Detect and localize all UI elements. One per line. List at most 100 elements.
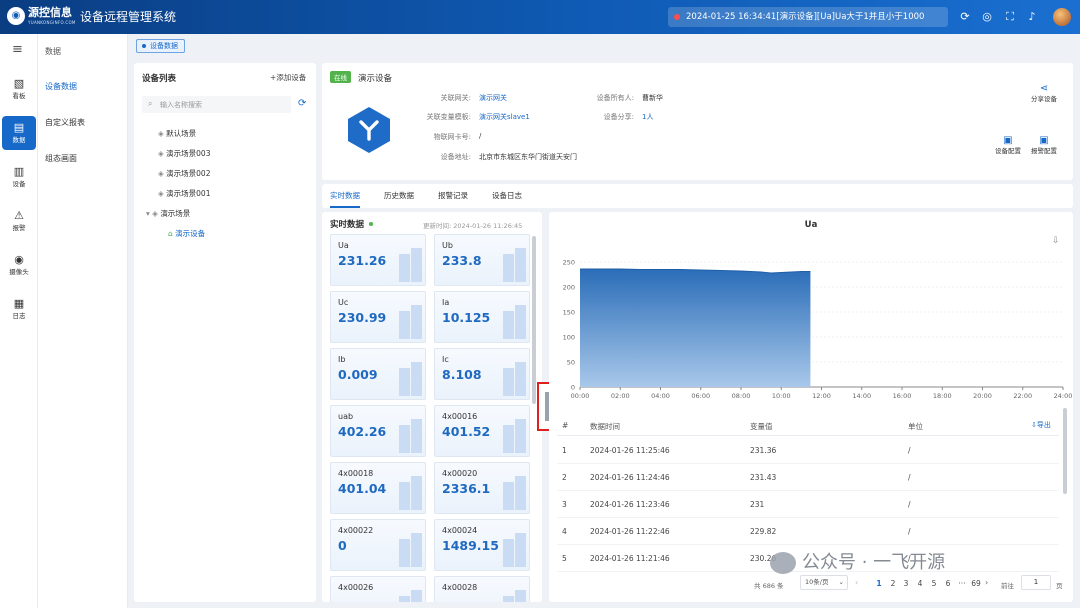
bell-icon[interactable]: ♪ [1025, 10, 1039, 24]
status-badge: 在线 [330, 71, 351, 83]
avatar[interactable] [1053, 8, 1071, 26]
tree-item[interactable]: ◈ 默认场景 [158, 129, 196, 139]
tab-device-log[interactable]: 设备日志 [492, 190, 522, 201]
tree-item[interactable]: ◈ 演示场景003 [158, 149, 210, 159]
refresh-tree-icon[interactable]: ⟳ [298, 98, 306, 109]
page-number[interactable]: 3 [901, 579, 911, 588]
page-jump-input[interactable]: 1 [1021, 575, 1051, 590]
card-name: Ib [338, 355, 346, 364]
page-number[interactable]: 1 [874, 579, 884, 588]
data-card[interactable]: Ic 8.108 [434, 348, 530, 400]
subnav-item-device-data[interactable]: 设备数据 [45, 82, 77, 92]
card-name: Ub [442, 241, 453, 250]
row-value: 229.82 [750, 527, 777, 536]
tab-history[interactable]: 历史数据 [384, 190, 414, 201]
card-name: Ua [338, 241, 349, 250]
tree-item-selected[interactable]: ⌂ 演示设备 [168, 229, 205, 239]
card-bar-icon [399, 254, 410, 282]
card-bar-icon [411, 590, 422, 602]
row-index: 1 [562, 446, 567, 455]
data-card[interactable]: Ib 0.009 [330, 348, 426, 400]
gateway-link[interactable]: 演示网关 [479, 93, 507, 103]
nav-item-camera[interactable]: ◉ 摄像头 [2, 248, 36, 282]
tab-alarm-records[interactable]: 报警记录 [438, 190, 468, 201]
data-card[interactable]: Uc 230.99 [330, 291, 426, 343]
export-button[interactable]: ⇩导出 [1031, 420, 1051, 430]
page-number[interactable]: 69 [971, 579, 981, 588]
page-number[interactable]: ··· [957, 579, 967, 588]
card-name: 4x00028 [442, 583, 478, 592]
x-tick-label: 12:00 [812, 392, 831, 400]
data-card[interactable]: 4x00022 0 [330, 519, 426, 571]
page-number[interactable]: 4 [915, 579, 925, 588]
share-count-link[interactable]: 1人 [642, 112, 653, 122]
card-bar-icon [399, 425, 410, 453]
device-config-button[interactable]: ▣ 设备配置 [988, 135, 1028, 156]
page-number[interactable]: 5 [929, 579, 939, 588]
card-value: 0.009 [338, 367, 378, 382]
card-value: 8.108 [442, 367, 482, 382]
nav-item-alarm[interactable]: ⚠ 报警 [2, 204, 36, 238]
nav-item-dashboard[interactable]: ▧ 看板 [2, 72, 36, 106]
page-number[interactable]: 6 [943, 579, 953, 588]
card-bar-icon [411, 248, 422, 282]
nav-item-device[interactable]: ▥ 设备 [2, 160, 36, 194]
card-name: 4x00024 [442, 526, 478, 535]
page-number[interactable]: 2 [888, 579, 898, 588]
alarm-icon: ⚠ [14, 209, 24, 222]
row-index: 4 [562, 527, 567, 536]
x-tick-label: 04:00 [651, 392, 670, 400]
data-card[interactable]: Ub 233.8 [434, 234, 530, 286]
alarm-config-button[interactable]: ▣ 报警配置 [1024, 135, 1064, 156]
row-time: 2024-01-26 11:25:46 [590, 446, 670, 455]
data-card[interactable]: uab 402.26 [330, 405, 426, 457]
data-card[interactable]: 4x00028 [434, 576, 530, 602]
field-value: / [479, 132, 482, 140]
prev-page-icon[interactable]: ‹ [855, 578, 858, 587]
alarm-ticker[interactable]: 2024-01-25 16:34:41[演示设备][Ua]Ua大于1并且小于10… [668, 7, 948, 27]
table-scrollbar[interactable] [1063, 408, 1067, 494]
data-card[interactable]: 4x00016 401.52 [434, 405, 530, 457]
data-card[interactable]: Ua 231.26 [330, 234, 426, 286]
logo-icon: ◉ [7, 7, 25, 25]
subnav-item-scada[interactable]: 组态画面 [45, 154, 77, 164]
row-time: 2024-01-26 11:24:46 [590, 473, 670, 482]
data-card[interactable]: 4x00024 1489.15 [434, 519, 530, 571]
data-card[interactable]: Ia 10.125 [434, 291, 530, 343]
data-card[interactable]: 4x00020 2336.1 [434, 462, 530, 514]
settings-icon[interactable]: ◎ [980, 10, 994, 24]
data-card[interactable]: 4x00018 401.04 [330, 462, 426, 514]
card-name: Ic [442, 355, 449, 364]
tree-item[interactable]: ◈ 演示场景002 [158, 169, 210, 179]
tab-realtime[interactable]: 实时数据 [330, 190, 360, 208]
logo-text: 源控信息 [28, 6, 72, 19]
nav-item-data[interactable]: ▤ 数据 [2, 116, 36, 150]
fullscreen-icon[interactable]: ⛶ [1003, 10, 1017, 24]
cards-scrollbar[interactable] [532, 236, 536, 404]
nav-item-log[interactable]: ▦ 日志 [2, 292, 36, 326]
refresh-icon[interactable]: ⟳ [958, 10, 972, 24]
add-device-button[interactable]: +添加设备 [270, 72, 306, 83]
device-logo-icon [348, 107, 390, 153]
y-tick-label: 100 [563, 334, 575, 342]
subnav-title: 数据 [45, 47, 61, 56]
share-device-button[interactable]: ⋖ 分享设备 [1024, 83, 1064, 104]
subnav-item-custom-report[interactable]: 自定义报表 [45, 118, 85, 128]
tree-item[interactable]: ▾ ◈ 演示场景 [146, 209, 190, 219]
card-bar-icon [503, 482, 514, 510]
next-page-icon[interactable]: › [985, 578, 988, 587]
goto-label: 前往 [1001, 582, 1014, 590]
row-divider [557, 490, 1059, 491]
menu-toggle-icon[interactable]: ≡ [12, 42, 23, 57]
search-icon: ⌕ [148, 99, 153, 108]
tree-item[interactable]: ◈ 演示场景001 [158, 189, 210, 199]
data-card[interactable]: 4x00026 [330, 576, 426, 602]
field-label: 关联变量模板: [426, 113, 471, 121]
field-label: 设备地址: [440, 153, 471, 161]
search-input[interactable]: ⌕ 输入名称搜索 [142, 96, 291, 113]
tab-bar: 实时数据 历史数据 报警记录 设备日志 [322, 184, 1073, 208]
card-name: 4x00016 [442, 412, 478, 421]
template-link[interactable]: 演示网关slave1 [479, 112, 530, 122]
row-unit: / [908, 473, 911, 482]
y-tick-label: 250 [563, 259, 575, 267]
